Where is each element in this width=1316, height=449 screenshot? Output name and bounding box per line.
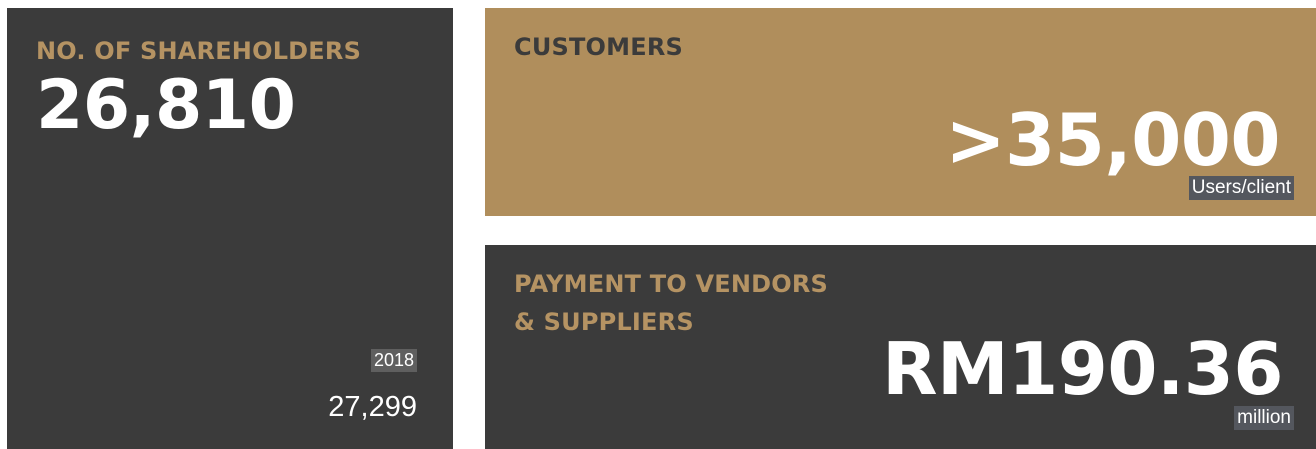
payment-label-line1: PAYMENT TO VENDORS <box>514 270 829 298</box>
prior-year-label: 2018 <box>370 349 417 372</box>
payment-unit: million <box>1234 406 1294 430</box>
payment-tile: PAYMENT TO VENDORS & SUPPLIERS RM190.36 … <box>485 245 1316 449</box>
shareholders-tile: NO. OF SHAREHOLDERS 26,810 2018 27,299 <box>7 8 453 449</box>
customers-unit: Users/client <box>1188 176 1294 200</box>
shareholders-value: 26,810 <box>36 66 296 145</box>
payment-value: RM190.36 <box>882 327 1283 411</box>
customers-tile: CUSTOMERS >35,000 Users/client <box>485 8 1316 216</box>
customers-value: >35,000 <box>945 98 1280 182</box>
payment-label-line2: & SUPPLIERS <box>514 308 694 336</box>
prior-year-shareholders-value: 27,299 <box>328 391 417 423</box>
customers-label: CUSTOMERS <box>514 33 684 61</box>
shareholders-label: NO. OF SHAREHOLDERS <box>36 37 362 65</box>
